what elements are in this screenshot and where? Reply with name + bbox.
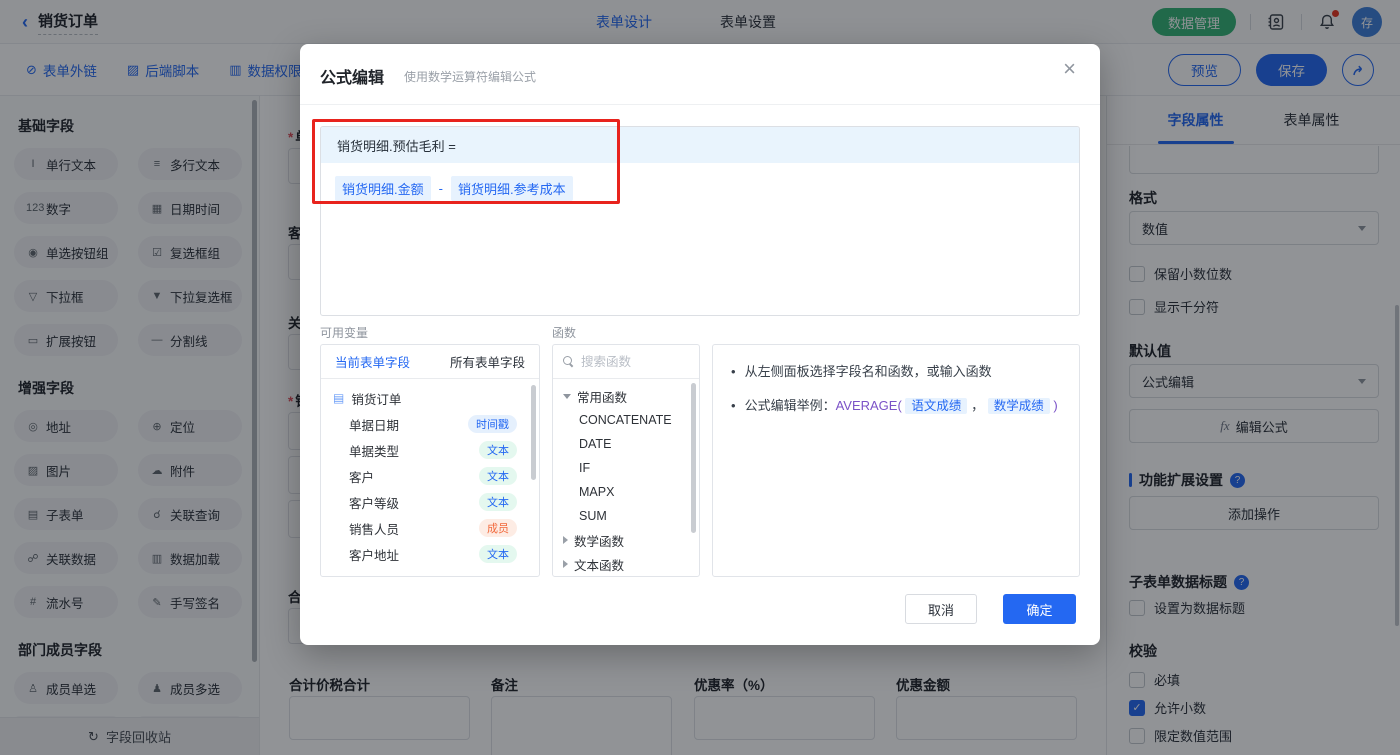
help-panel: • 从左侧面板选择字段名和函数，或输入函数 • 公式编辑举例：AVERAGE( …	[712, 344, 1080, 577]
confirm-button[interactable]: 确定	[1003, 594, 1076, 624]
help-text-1: 从左侧面板选择字段名和函数，或输入函数	[744, 364, 992, 379]
variable-tree-root[interactable]: ▤ 销货订单	[321, 385, 539, 411]
close-icon[interactable]: ×	[1063, 58, 1076, 80]
help-text-2: 公式编辑举例：AVERAGE( 语文成绩 ， 数学成绩 )	[744, 397, 1058, 414]
functions-scrollbar[interactable]	[691, 383, 696, 533]
function-item[interactable]: DATE	[553, 432, 699, 456]
cancel-button[interactable]: 取消	[905, 594, 977, 624]
function-item[interactable]: CONCATENATE	[553, 408, 699, 432]
search-icon	[563, 356, 574, 367]
function-item[interactable]: IF	[553, 456, 699, 480]
form-doc-icon: ▤	[333, 391, 345, 405]
functions-section-label: 函数	[552, 326, 577, 340]
variable-row[interactable]: 客户地址 文本	[321, 541, 539, 567]
bullet: •	[731, 364, 736, 379]
variables-panel: 当前表单字段 所有表单字段 ▤ 销货订单 单据日期 时间戳 单据类型 文本 客户	[320, 344, 540, 577]
formula-field-chip[interactable]: 销货明细.金额	[335, 176, 431, 201]
modal-subtitle: 使用数学运算符编辑公式	[404, 70, 537, 84]
function-group-text[interactable]: 文本函数	[553, 552, 699, 576]
bullet: •	[731, 397, 736, 413]
variables-scrollbar[interactable]	[531, 385, 536, 480]
app-window: ‹ 销货订单 表单设计 表单设置 数据管理 存 ⊘ 表单外链 ▨ 后端脚本 ▥ …	[0, 0, 1400, 755]
function-group-common[interactable]: 常用函数	[553, 384, 699, 408]
type-badge: 文本	[479, 493, 517, 511]
formula-editor-area[interactable]: 销货明细.预估毛利 = 销货明细.金额 - 销货明细.参考成本	[320, 126, 1080, 316]
formula-target: 销货明细.预估毛利 =	[321, 127, 1079, 163]
example-field-chip: 语文成绩	[905, 397, 968, 414]
type-badge: 时间戳	[468, 415, 517, 433]
functions-panel: 常用函数 CONCATENATE DATE IF MAPX SUM 数学函数 文…	[552, 344, 700, 577]
function-item[interactable]: SUM	[553, 504, 699, 528]
example-field-chip: 数学成绩	[987, 397, 1050, 414]
type-badge: 文本	[479, 545, 517, 563]
chevron-down-icon	[563, 393, 571, 399]
variables-section-label: 可用变量	[320, 326, 369, 340]
function-group-math[interactable]: 数学函数	[553, 528, 699, 552]
modal-title: 公式编辑	[320, 70, 385, 87]
variable-row[interactable]: 单据类型 文本	[321, 437, 539, 463]
function-search-input[interactable]	[581, 354, 681, 369]
variable-row[interactable]: 单据日期 时间戳	[321, 411, 539, 437]
formula-editor-modal: 公式编辑 使用数学运算符编辑公式 × 销货明细.预估毛利 = 销货明细.金额 -…	[300, 44, 1100, 645]
variable-row[interactable]: 销售人员 成员	[321, 515, 539, 541]
tab-all-form-fields[interactable]: 所有表单字段	[450, 352, 525, 371]
type-badge: 成员	[479, 519, 517, 537]
tab-current-form-fields[interactable]: 当前表单字段	[335, 352, 410, 371]
type-badge: 文本	[479, 467, 517, 485]
minus-operator: -	[438, 181, 443, 196]
variable-row[interactable]: 客户 文本	[321, 463, 539, 489]
type-badge: 文本	[479, 441, 517, 459]
modal-header-divider	[300, 104, 1100, 105]
chevron-right-icon	[563, 536, 568, 544]
function-item[interactable]: MAPX	[553, 480, 699, 504]
variable-row[interactable]: 客户等级 文本	[321, 489, 539, 515]
formula-field-chip[interactable]: 销货明细.参考成本	[450, 176, 573, 201]
function-name-example: AVERAGE(	[835, 397, 902, 413]
chevron-right-icon	[563, 560, 568, 568]
